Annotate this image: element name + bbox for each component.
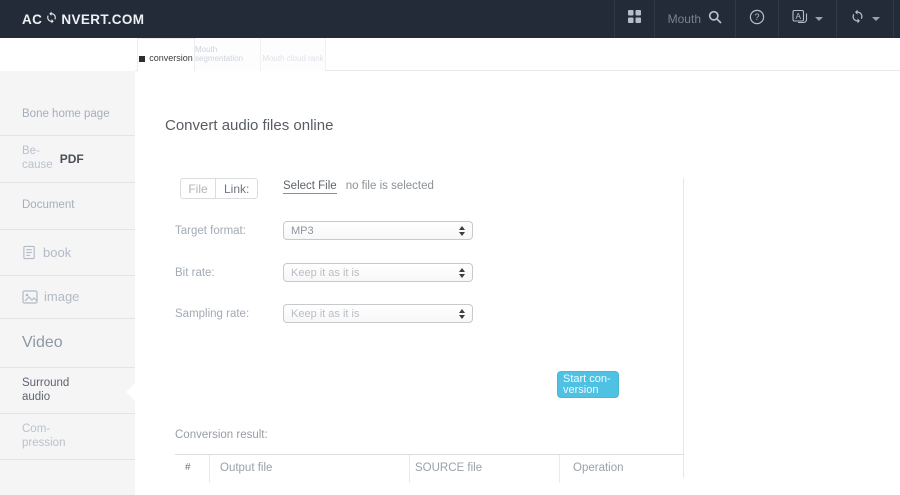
file-tab[interactable]: File (181, 179, 216, 198)
active-item-arrow (126, 383, 135, 401)
tab-mouth-segmentation[interactable]: Mouth segmentation (195, 38, 261, 71)
converter-menu-button[interactable] (836, 0, 894, 38)
bit-rate-row: Bit rate: Keep it as it is (175, 263, 473, 282)
select-value: Keep it as it is (291, 266, 360, 279)
sidebar-item-surround-audio[interactable]: Surround audio (0, 368, 135, 414)
header-actions: Mouth ? A (613, 0, 894, 38)
bit-rate-select[interactable]: Keep it as it is (283, 263, 473, 282)
target-format-select[interactable]: MP3 (283, 221, 473, 240)
svg-text:?: ? (754, 12, 759, 22)
target-format-row: Target format: MP3 (175, 221, 473, 240)
target-format-label: Target format: (175, 224, 246, 237)
tabs: conversion Mouth segmentation Mouth clou… (137, 38, 326, 72)
column-header-source-file: SOURCE file (410, 455, 560, 483)
sidebar-item-label: Document (22, 199, 75, 212)
link-tab[interactable]: Link: (216, 179, 257, 198)
help-icon: ? (749, 9, 765, 30)
sidebar-item-label: Com- pression (22, 422, 66, 449)
tab-label: Mouth cloud rank (262, 54, 324, 63)
tab-label: conversion (149, 53, 193, 63)
conversion-result-label: Conversion result: (175, 429, 268, 441)
refresh-icon (850, 9, 865, 29)
refresh-icon (44, 11, 59, 27)
apps-grid-icon (627, 10, 641, 28)
sampling-rate-select[interactable]: Keep it as it is (283, 304, 473, 323)
column-header-number: # (175, 455, 210, 483)
sidebar-item-document[interactable]: Document (0, 183, 135, 230)
source-toggle: File Link: (180, 178, 259, 199)
column-header-output-file: Output file (210, 455, 410, 483)
sidebar-item-image[interactable]: image (0, 276, 135, 319)
select-arrows-icon (459, 225, 465, 236)
tab-label: Mouth segmentation (195, 45, 244, 63)
search-query-text: Mouth (667, 12, 701, 26)
svg-text:A: A (795, 11, 801, 21)
tab-conversion[interactable]: conversion (137, 38, 195, 72)
sidebar-item-pdf[interactable]: Be- cause PDF (0, 136, 135, 183)
image-icon (22, 290, 38, 304)
content-divider (683, 178, 684, 478)
logo-text-suffix: NVERT.COM (61, 11, 145, 27)
apps-grid-button[interactable] (613, 0, 654, 38)
file-picker: Select File no file is selected (283, 180, 434, 194)
pdf-badge: PDF (59, 152, 84, 166)
language-icon: A (792, 9, 808, 29)
language-menu-button[interactable]: A (778, 0, 836, 38)
sampling-rate-label: Sampling rate: (175, 307, 250, 320)
result-table-header: # Output file SOURCE file Operation (175, 454, 683, 483)
tab-bar: conversion Mouth segmentation Mouth clou… (0, 38, 900, 72)
sidebar-item-label: Bone home page (22, 108, 110, 121)
sidebar-item-compression[interactable]: Com- pression (0, 414, 135, 460)
sidebar-item-ebook[interactable]: book (0, 230, 135, 276)
sidebar-item-label: Be- cause (22, 145, 53, 171)
logo-text-prefix: AC (22, 11, 43, 27)
select-arrows-icon (459, 267, 465, 278)
search-button[interactable]: Mouth (653, 0, 735, 38)
file-status-text: no file is selected (345, 180, 434, 192)
sidebar-item-home[interactable]: Bone home page (0, 71, 135, 136)
tab-mouth-cloud-rank[interactable]: Mouth cloud rank (261, 38, 326, 71)
sidebar-item-label: book (43, 244, 72, 260)
sidebar-item-video[interactable]: Video (0, 319, 135, 368)
page-title: Convert audio files online (165, 117, 334, 134)
sidebar: Bone home page Be- cause PDF Document bo… (0, 71, 135, 495)
sidebar-item-label: image (44, 289, 80, 305)
chevron-down-icon (872, 17, 880, 21)
select-value: MP3 (291, 224, 314, 237)
start-conversion-button[interactable]: Start con- version (557, 371, 619, 398)
book-icon (22, 245, 37, 260)
column-header-operation: Operation (573, 462, 624, 474)
search-icon (708, 10, 722, 29)
help-button[interactable]: ? (735, 0, 778, 38)
bit-rate-label: Bit rate: (175, 266, 215, 279)
chevron-down-icon (815, 17, 823, 21)
sidebar-item-label: Video (22, 334, 63, 352)
sampling-rate-row: Sampling rate: Keep it as it is (175, 304, 473, 323)
conversion-tab-icon (139, 56, 146, 62)
app-window: AC NVERT.COM Mouth ? A conversion Mouth … (0, 0, 900, 495)
select-value: Keep it as it is (291, 307, 360, 320)
sidebar-item-label: Surround audio (22, 376, 70, 403)
select-arrows-icon (459, 308, 465, 319)
top-bar: AC NVERT.COM Mouth ? A (0, 0, 900, 38)
select-file-button[interactable]: Select File (283, 180, 337, 194)
logo[interactable]: AC NVERT.COM (22, 11, 144, 27)
